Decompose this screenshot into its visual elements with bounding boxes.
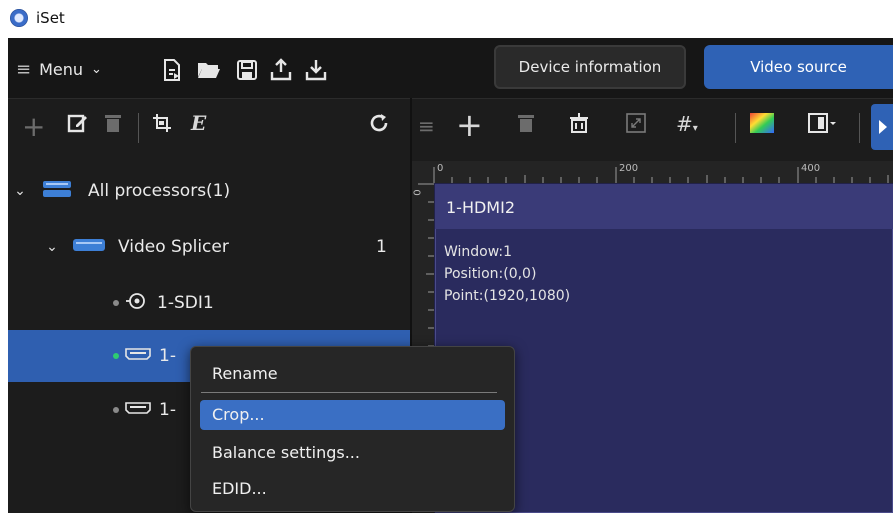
clear-all-icon[interactable] xyxy=(567,111,591,140)
processor-group-icon xyxy=(42,180,72,203)
panel-handle-icon[interactable]: ≡ xyxy=(418,114,435,138)
menu-button[interactable]: ≡ Menu ⌄ xyxy=(16,59,102,80)
toolbar-divider xyxy=(859,113,860,143)
hdmi-icon xyxy=(125,400,151,420)
tree-item-video-splicer[interactable]: ⌄ Video Splicer 1 xyxy=(8,219,410,275)
save-icon[interactable] xyxy=(236,59,258,85)
window-info-line: Point:(1920,1080) xyxy=(444,288,571,304)
tree-item-all-processors[interactable]: ⌄ All processors(1) xyxy=(8,163,410,219)
window-info-line: Position:(0,0) xyxy=(444,266,537,282)
context-menu-edid[interactable]: EDID... xyxy=(212,479,267,498)
ruler-mark: 0 xyxy=(412,189,424,196)
tree-label: 1-SDI1 xyxy=(157,293,214,313)
add-window-icon[interactable]: + xyxy=(456,106,483,144)
crop-icon[interactable] xyxy=(151,112,173,139)
tree-label: 1- xyxy=(159,346,176,366)
device-icon xyxy=(72,237,106,257)
context-menu-divider xyxy=(201,392,497,393)
status-dot xyxy=(113,407,119,413)
layer-window-title: 1-HDMI2 xyxy=(446,198,516,217)
ruler-mark: 0 xyxy=(437,163,444,174)
fullscreen-icon[interactable] xyxy=(626,113,646,138)
edit-icon[interactable] xyxy=(67,112,89,139)
tree-label: Video Splicer xyxy=(118,237,229,257)
color-palette-icon[interactable] xyxy=(750,113,774,138)
menu-label: Menu xyxy=(39,60,84,79)
title-bar xyxy=(0,0,893,38)
layout-dropdown-icon[interactable] xyxy=(808,112,838,139)
window-title: iSet xyxy=(36,9,65,27)
chevron-down-icon: ⌄ xyxy=(91,62,102,77)
new-file-icon[interactable] xyxy=(163,59,181,85)
add-icon[interactable]: + xyxy=(22,110,45,143)
ruler-horizontal: 0 200 400 xyxy=(412,161,893,184)
grid-dropdown-icon[interactable]: #▾ xyxy=(676,112,698,136)
source-item-sdi1[interactable]: 1-SDI1 xyxy=(8,275,410,331)
play-button[interactable] xyxy=(871,104,893,150)
window-info-line: Window:1 xyxy=(444,244,513,260)
status-dot xyxy=(113,353,119,359)
download-icon[interactable] xyxy=(305,58,327,86)
app-logo-icon xyxy=(10,9,28,27)
upload-icon[interactable] xyxy=(270,58,292,86)
tree-label: 1- xyxy=(159,400,176,420)
status-dot xyxy=(113,300,119,306)
delete-icon[interactable] xyxy=(104,112,122,139)
toolbar-divider xyxy=(138,113,139,143)
open-folder-icon[interactable] xyxy=(197,60,221,84)
chevron-down-icon[interactable]: ⌄ xyxy=(12,183,28,199)
hamburger-icon: ≡ xyxy=(16,59,32,80)
toolbar-divider xyxy=(735,113,736,143)
tree-label: All processors(1) xyxy=(88,181,231,201)
tab-device-information[interactable]: Device information xyxy=(494,45,686,89)
ruler-mark: 400 xyxy=(801,163,821,174)
context-menu-balance-settings[interactable]: Balance settings... xyxy=(212,443,360,462)
tab-video-source[interactable]: Video source xyxy=(704,45,893,89)
refresh-icon[interactable] xyxy=(368,112,390,139)
context-menu-crop[interactable]: Crop... xyxy=(212,405,265,424)
edid-icon[interactable]: E xyxy=(191,111,206,135)
ruler-mark: 200 xyxy=(619,163,639,174)
sdi-icon xyxy=(125,292,147,315)
delete-window-icon[interactable] xyxy=(517,112,535,139)
processor-count: 1 xyxy=(376,237,387,257)
chevron-down-icon[interactable]: ⌄ xyxy=(44,239,60,255)
context-menu-rename[interactable]: Rename xyxy=(212,364,278,383)
hdmi-icon xyxy=(125,346,151,366)
